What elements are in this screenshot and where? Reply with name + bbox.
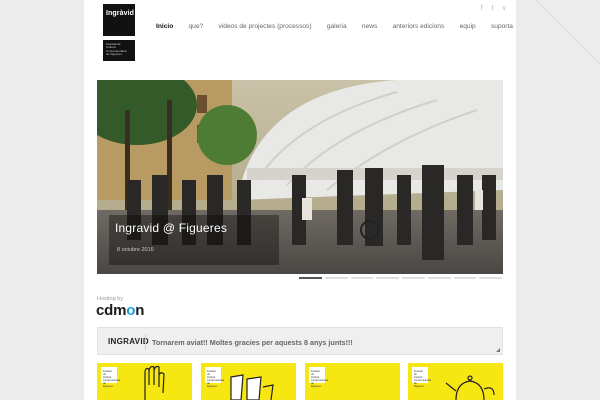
nav-item-galeria[interactable]: galeria [327, 23, 347, 30]
nav-item-anteriors-edicions[interactable]: anteriors edicions [393, 23, 445, 30]
logo-subtitle-box: Festival de Cultura Contemporània de Fig… [103, 40, 135, 61]
slide-caption: Ingravid @ Figueres 8 octubre 2016 [109, 215, 279, 265]
slider-pagination [299, 277, 502, 279]
cdmon-logo-part-c: o [126, 302, 136, 319]
slider-dot[interactable] [402, 277, 425, 279]
social-links: f t v [481, 5, 506, 12]
slider-dot[interactable] [324, 277, 348, 279]
nav-item-equip[interactable]: equip [460, 23, 476, 30]
twitter-icon[interactable]: t [492, 5, 494, 12]
ticker-corner-icon [496, 348, 500, 352]
card-tag: Festival de Cultura Contemporània de Fig… [412, 367, 431, 388]
slide-date: 8 octubre 2016 [117, 247, 154, 253]
site-logo[interactable]: Ingràvid [103, 4, 135, 36]
slider-dot[interactable] [479, 277, 502, 279]
cdmon-logo-part-b: m [113, 302, 127, 319]
slider-dot[interactable] [376, 277, 399, 279]
cdmon-logo[interactable]: cdmon [96, 302, 144, 319]
hero-slider[interactable]: Ingravid @ Figueres 8 octubre 2016 [97, 80, 503, 274]
slider-dot[interactable] [427, 277, 451, 279]
card-tag: Festival de Cultura Contemporània de Fig… [101, 367, 120, 388]
page-corner-decoration [510, 0, 600, 70]
nav-item-que[interactable]: que? [189, 23, 204, 30]
card-tag: Festival de Cultura Contemporània de Fig… [309, 367, 328, 388]
logo-text: Ingràvid [106, 10, 135, 17]
cdmon-logo-part-a: cd [96, 302, 114, 319]
ticker-divider [145, 334, 146, 350]
nav-item-inicio[interactable]: Inicio [156, 23, 173, 30]
vimeo-icon[interactable]: v [503, 5, 507, 12]
slider-dot[interactable] [299, 277, 322, 279]
facebook-icon[interactable]: f [481, 5, 483, 12]
gallery-card[interactable]: Festival de Cultura Contemporània de Fig… [305, 363, 400, 400]
ticker-message[interactable]: Tornarem aviat!! Moltes gracies per aque… [152, 338, 353, 347]
nav-item-videos[interactable]: videos de projectes (processos) [218, 23, 311, 30]
cdmon-logo-part-d: n [135, 302, 145, 319]
slide-title[interactable]: Ingravid @ Figueres [115, 221, 227, 235]
ticker-brand: INGRAVID [108, 337, 149, 346]
gallery-card[interactable]: Festival de Cultura Contemporània de Fig… [97, 363, 192, 400]
card-tag: Festival de Cultura Contemporània de Fig… [205, 367, 224, 388]
nav-item-news[interactable]: news [362, 23, 377, 30]
news-ticker: INGRAVID Tornarem aviat!! Moltes gracies… [97, 327, 503, 355]
main-nav: Inicio que? videos de projectes (process… [156, 23, 513, 30]
gallery-card[interactable]: Festival de Cultura Contemporània de Fig… [201, 363, 296, 400]
slider-dot[interactable] [453, 277, 477, 279]
gallery-card[interactable]: Festival de Cultura Contemporània de Fig… [408, 363, 503, 400]
page-container: Ingràvid Festival de Cultura Contemporàn… [84, 0, 516, 400]
slider-dot[interactable] [350, 277, 374, 279]
nav-item-suporta[interactable]: suporta [491, 23, 513, 30]
